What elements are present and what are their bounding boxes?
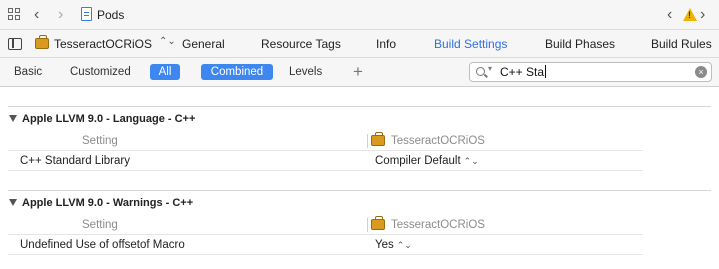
filter-combined[interactable]: Combined bbox=[201, 64, 273, 80]
tab-general[interactable]: General bbox=[182, 37, 225, 51]
filter-all[interactable]: All bbox=[150, 64, 180, 80]
row-divider bbox=[8, 254, 643, 255]
filter-levels[interactable]: Levels bbox=[289, 66, 322, 78]
section-divider bbox=[8, 106, 711, 107]
grid-icon[interactable] bbox=[8, 8, 22, 22]
back-arrow-icon[interactable]: ‹ bbox=[34, 6, 39, 24]
search-input[interactable]: ▾ C++ Sta × bbox=[469, 62, 712, 82]
jump-bar: ‹ › Pods ‹ › bbox=[0, 0, 719, 30]
section-header[interactable]: Apple LLVM 9.0 - Language - C++ bbox=[9, 113, 195, 125]
section-divider bbox=[8, 190, 711, 191]
tab-build-settings[interactable]: Build Settings bbox=[434, 37, 507, 51]
briefcase-icon bbox=[371, 216, 385, 230]
tab-info[interactable]: Info bbox=[376, 37, 396, 51]
column-header-target: TesseractOCRiOS bbox=[391, 135, 485, 147]
next-issue-icon[interactable]: › bbox=[700, 6, 705, 24]
chevron-updown-icon: ⌃⌄ bbox=[159, 36, 176, 47]
tab-build-rules[interactable]: Build Rules bbox=[651, 37, 712, 51]
sidebar-toggle-icon[interactable] bbox=[8, 38, 22, 50]
briefcase-icon bbox=[35, 35, 49, 49]
target-name: TesseractOCRiOS bbox=[54, 37, 153, 51]
column-header-setting: Setting bbox=[82, 135, 118, 147]
chevron-updown-icon: ⌃⌄ bbox=[396, 240, 412, 250]
previous-issue-icon[interactable]: ‹ bbox=[667, 6, 672, 24]
column-header-target: TesseractOCRiOS bbox=[391, 219, 485, 231]
row-divider bbox=[8, 150, 643, 151]
add-setting-icon[interactable]: + bbox=[353, 62, 363, 82]
chevron-updown-icon: ⌃⌄ bbox=[463, 156, 479, 166]
clear-search-icon[interactable]: × bbox=[695, 66, 707, 78]
setting-name[interactable]: Undefined Use of offsetof Macro bbox=[20, 239, 185, 251]
search-value: C++ Sta bbox=[500, 65, 547, 79]
disclosure-triangle-icon[interactable] bbox=[9, 199, 17, 206]
disclosure-triangle-icon[interactable] bbox=[9, 115, 17, 122]
row-divider bbox=[8, 170, 643, 171]
setting-name[interactable]: C++ Standard Library bbox=[20, 155, 130, 167]
search-menu-icon[interactable]: ▾ bbox=[488, 64, 492, 73]
setting-value-popup[interactable]: Compiler Default ⌃⌄ bbox=[375, 155, 479, 167]
section-header[interactable]: Apple LLVM 9.0 - Warnings - C++ bbox=[9, 197, 193, 209]
column-divider bbox=[367, 134, 368, 148]
column-header-setting: Setting bbox=[82, 219, 118, 231]
search-icon bbox=[476, 67, 485, 76]
forward-arrow-icon[interactable]: › bbox=[58, 6, 63, 24]
setting-value-popup[interactable]: Yes ⌃⌄ bbox=[375, 239, 412, 251]
warning-icon[interactable] bbox=[683, 8, 697, 21]
file-icon bbox=[81, 7, 92, 21]
row-divider bbox=[8, 234, 643, 235]
breadcrumb-project[interactable]: Pods bbox=[97, 8, 124, 22]
tab-build-phases[interactable]: Build Phases bbox=[545, 37, 615, 51]
tab-resource-tags[interactable]: Resource Tags bbox=[261, 37, 341, 51]
briefcase-icon bbox=[371, 132, 385, 146]
filter-basic[interactable]: Basic bbox=[14, 66, 42, 78]
column-divider bbox=[367, 218, 368, 232]
filter-customized[interactable]: Customized bbox=[70, 66, 131, 78]
